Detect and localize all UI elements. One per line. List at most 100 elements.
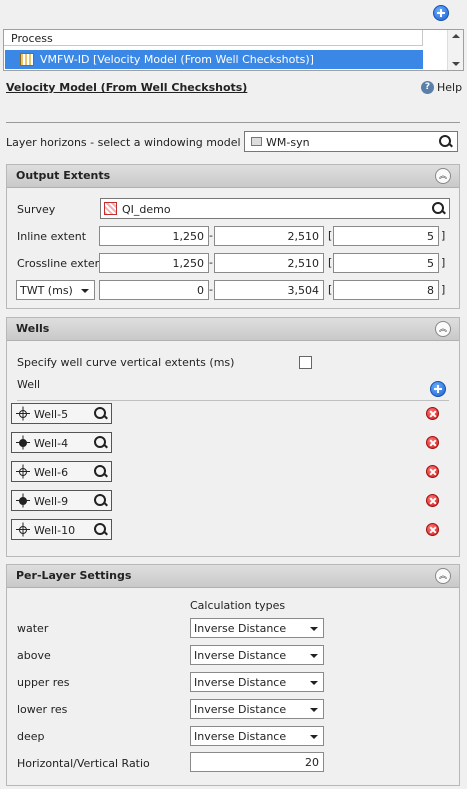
crossline-bracket-close: ] <box>441 256 446 269</box>
scroll-down-icon[interactable] <box>452 62 460 66</box>
calc-type-value: Inverse Distance <box>194 676 287 689</box>
calc-type-value: Inverse Distance <box>194 730 287 743</box>
calc-type-select[interactable]: Inverse Distance <box>190 699 324 719</box>
well-selector[interactable]: Well-10 <box>11 519 112 540</box>
remove-well-icon[interactable] <box>426 494 439 507</box>
layer-name: above <box>17 649 51 662</box>
remove-well-icon[interactable] <box>426 407 439 420</box>
search-icon[interactable] <box>93 522 109 538</box>
inline-to-field[interactable]: 2,510 <box>214 226 324 246</box>
chevron-down-icon <box>81 289 89 293</box>
layer-name: lower res <box>17 703 68 716</box>
process-row-label: VMFW-ID [Velocity Model (From Well Check… <box>40 53 314 66</box>
collapse-icon[interactable]: ︽ <box>435 321 451 337</box>
well-name: Well-9 <box>34 495 69 508</box>
ratio-label: Horizontal/Vertical Ratio <box>17 757 150 770</box>
inline-extent-label: Inline extent <box>17 230 87 243</box>
windowing-model-icon <box>251 137 262 146</box>
inline-bracket-close: ] <box>441 229 446 242</box>
layer-name: upper res <box>17 676 70 689</box>
remove-well-icon[interactable] <box>426 523 439 536</box>
crossline-bracket-open: [ <box>328 256 333 269</box>
help-button[interactable]: ? Help <box>419 80 463 96</box>
calc-type-select[interactable]: Inverse Distance <box>190 726 324 746</box>
time-unit-value: TWT (ms) <box>20 284 73 297</box>
time-from-field[interactable]: 0 <box>99 280 209 300</box>
collapse-icon[interactable]: ︽ <box>435 168 451 184</box>
well-name: Well-4 <box>34 437 69 450</box>
layer-horizons-input[interactable]: WM-syn <box>244 131 458 152</box>
collapse-icon[interactable]: ︽ <box>435 568 451 584</box>
form-title: Velocity Model (From Well Checkshots) <box>6 81 248 94</box>
help-label: Help <box>437 81 463 94</box>
calc-type-value: Inverse Distance <box>194 703 287 716</box>
well-filled-icon <box>16 493 30 508</box>
per-layer-title: Per-Layer Settings <box>16 569 132 582</box>
time-bracket-open: [ <box>328 283 333 296</box>
layer-name: deep <box>17 730 45 743</box>
title-separator <box>6 122 460 123</box>
well-name: Well-6 <box>34 466 69 479</box>
chevron-down-icon <box>310 627 318 631</box>
search-icon[interactable] <box>438 134 454 150</box>
search-icon[interactable] <box>93 435 109 451</box>
search-icon[interactable] <box>93 464 109 480</box>
calc-type-select[interactable]: Inverse Distance <box>190 618 324 638</box>
well-label: Well <box>17 378 41 391</box>
well-list-separator <box>17 400 449 401</box>
scroll-up-icon[interactable] <box>452 34 460 38</box>
inline-bracket-open: [ <box>328 229 333 242</box>
remove-well-icon[interactable] <box>426 465 439 478</box>
time-to-field[interactable]: 3,504 <box>214 280 324 300</box>
well-selector[interactable]: Well-5 <box>11 403 112 424</box>
calc-type-value: Inverse Distance <box>194 649 287 662</box>
wells-header[interactable]: Wells ︽ <box>7 318 459 341</box>
well-open-icon <box>16 464 30 479</box>
ratio-field[interactable]: 20 <box>190 752 324 772</box>
crossline-step-field[interactable]: 5 <box>333 253 439 273</box>
velocity-model-process-icon <box>20 53 34 66</box>
chevron-down-icon <box>310 681 318 685</box>
process-list-scrollbar[interactable] <box>447 30 463 70</box>
time-unit-select[interactable]: TWT (ms) <box>16 280 95 300</box>
specify-extents-label: Specify well curve vertical extents (ms) <box>17 356 235 369</box>
specify-extents-checkbox[interactable] <box>299 356 312 369</box>
chevron-down-icon <box>310 735 318 739</box>
inline-step-field[interactable]: 5 <box>333 226 439 246</box>
process-row-selected[interactable]: VMFW-ID [Velocity Model (From Well Check… <box>5 50 423 69</box>
survey-label: Survey <box>17 203 56 216</box>
survey-input[interactable]: QI_demo <box>100 198 450 219</box>
calc-type-select[interactable]: Inverse Distance <box>190 645 324 665</box>
process-list: Process VMFW-ID [Velocity Model (From We… <box>3 29 464 71</box>
well-name: Well-10 <box>34 524 76 537</box>
survey-value: QI_demo <box>122 203 171 216</box>
process-list-header[interactable]: Process <box>4 30 423 46</box>
calc-types-header: Calculation types <box>190 599 286 612</box>
crossline-dash: - <box>209 256 213 269</box>
layer-horizons-label: Layer horizons - select a windowing mode… <box>6 136 241 149</box>
inline-from-field[interactable]: 1,250 <box>99 226 209 246</box>
wells-title: Wells <box>16 322 50 335</box>
calc-type-select[interactable]: Inverse Distance <box>190 672 324 692</box>
search-icon[interactable] <box>93 493 109 509</box>
search-icon[interactable] <box>431 201 447 217</box>
per-layer-header[interactable]: Per-Layer Settings ︽ <box>7 565 459 588</box>
search-icon[interactable] <box>93 406 109 422</box>
well-selector[interactable]: Well-4 <box>11 432 112 453</box>
layer-name: water <box>17 622 49 635</box>
inline-dash: - <box>209 229 213 242</box>
crossline-from-field[interactable]: 1,250 <box>99 253 209 273</box>
output-extents-header[interactable]: Output Extents ︽ <box>7 165 459 188</box>
well-selector[interactable]: Well-6 <box>11 461 112 482</box>
time-dash: - <box>209 283 213 296</box>
well-selector[interactable]: Well-9 <box>11 490 112 511</box>
time-step-field[interactable]: 8 <box>333 280 439 300</box>
well-open-icon <box>16 522 30 537</box>
process-column-header: Process <box>11 32 53 45</box>
chevron-down-icon <box>310 708 318 712</box>
time-bracket-close: ] <box>441 283 446 296</box>
add-process-icon[interactable] <box>433 5 449 21</box>
remove-well-icon[interactable] <box>426 436 439 449</box>
crossline-to-field[interactable]: 2,510 <box>214 253 324 273</box>
add-well-icon[interactable] <box>430 381 446 397</box>
